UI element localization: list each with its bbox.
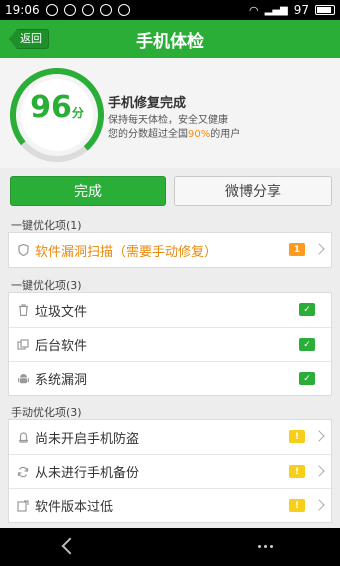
score-line-2-prefix: 您的分数超过全国 [108, 129, 188, 140]
chevron-right-icon [313, 243, 325, 255]
battery-level: 97 [293, 3, 309, 17]
wifi-icon: ◠ [249, 3, 259, 17]
system-nav-bar [0, 528, 340, 566]
chevron-right-icon [313, 465, 325, 477]
section-card-3: 尚未开启手机防盗 ! 从未进行手机备份 ! 软件版本过低 ! [8, 419, 332, 523]
score-number: 96 [30, 90, 72, 125]
android-icon [17, 373, 29, 385]
list-item-label: 后台软件 [35, 339, 88, 354]
warning-badge-icon: ! [289, 499, 305, 512]
sync-icon [17, 466, 29, 478]
section-title-2: 一键优化项(3) [11, 279, 82, 292]
score-panel: 96分 手机修复完成 保持每天体检，安全又健康 您的分数超过全国90%的用户 [0, 58, 340, 168]
section-card-2: 垃圾文件 ✓ 后台软件 ✓ 系统漏洞 ✓ [8, 292, 332, 396]
list-item-label: 从未进行手机备份 [35, 466, 140, 481]
section-title-1: 一键优化项(1) [11, 219, 82, 232]
warning-badge-icon: ! [289, 465, 305, 478]
alarm-icon [17, 431, 29, 443]
chevron-right-icon [313, 499, 325, 511]
chevron-right-icon [313, 430, 325, 442]
list-item-system-vuln[interactable]: 系统漏洞 ✓ [9, 361, 331, 395]
chat-icon [63, 4, 76, 16]
list-item-anti-theft[interactable]: 尚未开启手机防盗 ! [9, 420, 331, 454]
list-item-junk-files[interactable]: 垃圾文件 ✓ [9, 293, 331, 327]
status-time: 19:06 [5, 3, 40, 17]
score-line-2-suffix: 的用户 [210, 129, 241, 140]
status-bar: 19:06 ◠ ▂▄▆ 97 [0, 0, 340, 20]
update-icon [17, 499, 29, 512]
check-badge-icon: ✓ [299, 372, 315, 385]
check-badge-icon: ✓ [299, 303, 315, 316]
trash-icon [17, 304, 29, 316]
score-unit: 分 [71, 106, 84, 120]
list-item-background-apps[interactable]: 后台软件 ✓ [9, 327, 331, 361]
list-item-label: 系统漏洞 [35, 373, 88, 388]
list-item-label: 垃圾文件 [35, 304, 88, 320]
list-item-label: 尚未开启手机防盗 [35, 431, 140, 447]
check-badge-icon: ✓ [299, 338, 315, 351]
done-button[interactable]: 完成 [10, 176, 166, 206]
list-item-backup[interactable]: 从未进行手机备份 ! [9, 454, 331, 488]
share-icon [99, 4, 112, 16]
usb-icon [117, 4, 130, 16]
shield-icon [17, 244, 29, 256]
section-card-1: 软件漏洞扫描（需要手动修复） 1 [8, 232, 332, 268]
score-line-2: 您的分数超过全国90%的用户 [108, 128, 240, 142]
score-percent: 90% [188, 129, 211, 140]
list-item-software-vuln-scan[interactable]: 软件漏洞扫描（需要手动修复） 1 [9, 233, 331, 267]
page-title: 手机体检 [136, 31, 204, 52]
signal-icon: ▂▄▆ [264, 4, 288, 16]
battery-icon [315, 5, 335, 15]
list-item-outdated-version[interactable]: 软件版本过低 ! [9, 488, 331, 522]
section-title-3: 手动优化项(3) [11, 406, 82, 419]
title-bar: 返回 手机体检 [0, 20, 340, 58]
nav-menu-icon[interactable] [258, 545, 273, 548]
score-headline: 手机修复完成 [108, 96, 187, 111]
score-line-1: 保持每天体检，安全又健康 [108, 115, 228, 126]
nav-back-icon[interactable] [61, 537, 79, 555]
count-badge: 1 [289, 243, 305, 256]
notification-icon [45, 4, 58, 16]
back-button[interactable]: 返回 [9, 29, 49, 49]
score-info: 手机修复完成 保持每天体检，安全又健康 您的分数超过全国90%的用户 [108, 92, 240, 142]
list-item-label: 软件漏洞扫描（需要手动修复） [35, 244, 218, 260]
windows-icon [17, 338, 29, 351]
check-circle-icon [81, 4, 94, 16]
weibo-share-button[interactable]: 微博分享 [174, 176, 332, 206]
list-item-label: 软件版本过低 [35, 500, 114, 515]
score-value: 96分 [20, 90, 94, 125]
warning-badge-icon: ! [289, 430, 305, 443]
